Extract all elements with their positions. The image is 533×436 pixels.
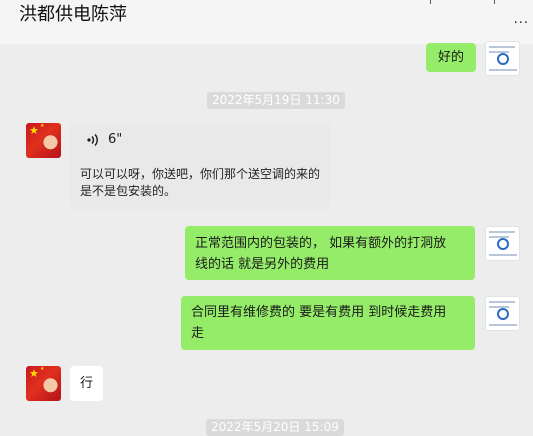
message-text: 好的 <box>438 50 465 65</box>
voice-message-bubble[interactable]: 6" 可以可以呀，你送吧，你们那个送空调的来的 是不是包安装的。 <box>70 123 330 209</box>
message-timestamp: 2022年5月19日 11:30 <box>207 92 345 109</box>
more-dots-icon[interactable]: ... <box>514 12 529 27</box>
message-text: 正常范围内的包装的， 如果有额外的打洞放 <box>195 236 447 251</box>
voice-wave-icon[interactable] <box>86 133 100 147</box>
message-text: 合同里有维修费的 要是有费用 到时候走费用 <box>191 305 447 320</box>
header-divider <box>430 0 431 4</box>
quoted-text-line: 可以可以呀，你送吧，你们那个送空调的来的 <box>80 167 321 181</box>
header-divider <box>494 0 495 4</box>
avatar-contact[interactable]: ★ ★ <box>26 123 61 158</box>
chat-title: 洪都供电陈萍 <box>19 4 127 25</box>
message-bubble-self[interactable]: 合同里有维修费的 要是有费用 到时候走费用 走 <box>181 296 475 350</box>
chat-header: 洪都供电陈萍 ... <box>0 0 533 44</box>
avatar-self[interactable] <box>485 226 520 261</box>
message-bubble-self[interactable]: 好的 <box>426 43 477 72</box>
avatar-contact[interactable]: ★ ★ <box>26 366 61 401</box>
message-text: 线的话 就是另外的费用 <box>195 257 330 272</box>
quoted-text: 可以可以呀，你送吧，你们那个送空调的来的 是不是包安装的。 <box>80 166 320 200</box>
quoted-text-line: 是不是包安装的。 <box>80 184 177 198</box>
message-text: 走 <box>191 326 205 341</box>
voice-duration: 6" <box>108 132 123 147</box>
message-bubble-self[interactable]: 正常范围内的包装的， 如果有额外的打洞放 线的话 就是另外的费用 <box>185 226 475 280</box>
message-timestamp: 2022年5月20日 15:09 <box>206 419 344 436</box>
message-text: 行 <box>80 376 94 391</box>
avatar-self[interactable] <box>485 41 520 76</box>
avatar-self[interactable] <box>485 296 520 331</box>
message-bubble-contact[interactable]: 行 <box>70 366 104 401</box>
